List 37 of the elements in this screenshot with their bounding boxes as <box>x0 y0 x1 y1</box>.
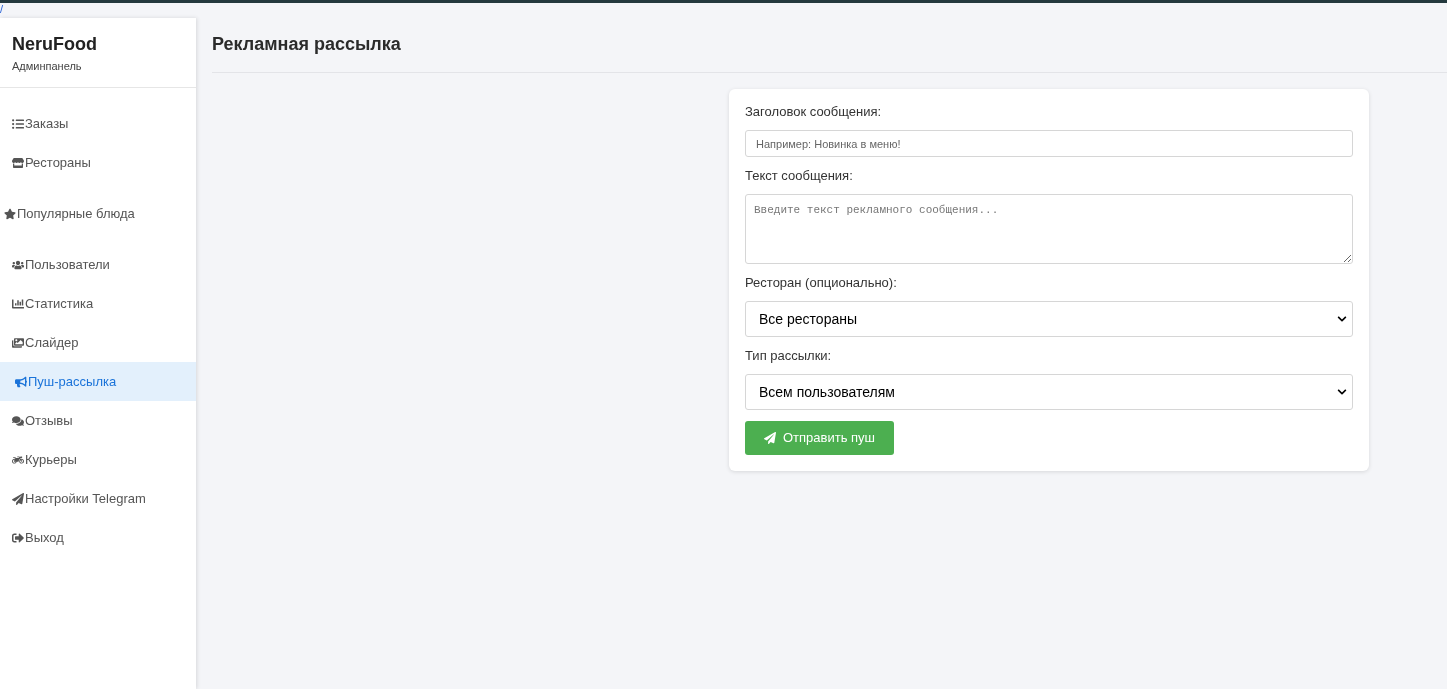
sign-out-icon <box>12 531 24 544</box>
paper-plane-icon <box>12 492 24 505</box>
field-label: Заголовок сообщения: <box>745 104 883 120</box>
sidebar-item[interactable]: Слайдер <box>0 323 196 362</box>
brand-subtitle: Админпанель <box>12 59 83 73</box>
field-label: Ресторан (опционально): <box>745 275 898 291</box>
sidebar-item[interactable]: Рестораны <box>0 143 196 182</box>
users-icon <box>12 258 24 271</box>
sidebar-item[interactable]: Отзывы <box>0 401 196 440</box>
megaphone-icon <box>15 375 27 388</box>
field-label: Текст сообщения: <box>745 168 854 184</box>
brand-name: NeruFood <box>12 33 98 55</box>
sidebar-item[interactable]: Пуш-рассылка <box>0 362 196 401</box>
chevron-down-icon <box>1337 314 1347 324</box>
field-label: Тип рассылки: <box>745 348 833 364</box>
sidebar-item[interactable]: Заказы <box>0 104 196 143</box>
star-icon <box>4 207 16 220</box>
page-title: Рекламная рассылка <box>212 33 402 55</box>
sidebar-item[interactable]: Выход <box>0 518 196 557</box>
sidebar-item[interactable]: Настройки Telegram <box>0 479 196 518</box>
sidebar-item[interactable]: Популярные блюда <box>0 194 196 233</box>
store-icon <box>12 156 24 169</box>
input-field[interactable]: Например: Новинка в меню! <box>745 130 1353 157</box>
select-dropdown[interactable]: Всем пользователям <box>745 374 1353 410</box>
sidebar-item[interactable]: Курьеры <box>0 440 196 479</box>
images-icon <box>12 336 24 349</box>
comments-icon <box>12 414 24 427</box>
sidebar-item[interactable]: Статистика <box>0 284 196 323</box>
select-dropdown[interactable]: Все рестораны <box>745 301 1353 337</box>
motorcycle-icon <box>12 453 24 466</box>
textarea-field[interactable]: Введите текст рекламного сообщения... <box>745 194 1353 264</box>
list-icon <box>12 117 24 130</box>
paper-plane-icon <box>764 432 776 444</box>
chevron-down-icon <box>1337 387 1347 397</box>
sidebar-item[interactable]: Пользователи <box>0 245 196 284</box>
bar-chart-icon <box>12 297 24 310</box>
slash-text: / <box>0 3 4 15</box>
